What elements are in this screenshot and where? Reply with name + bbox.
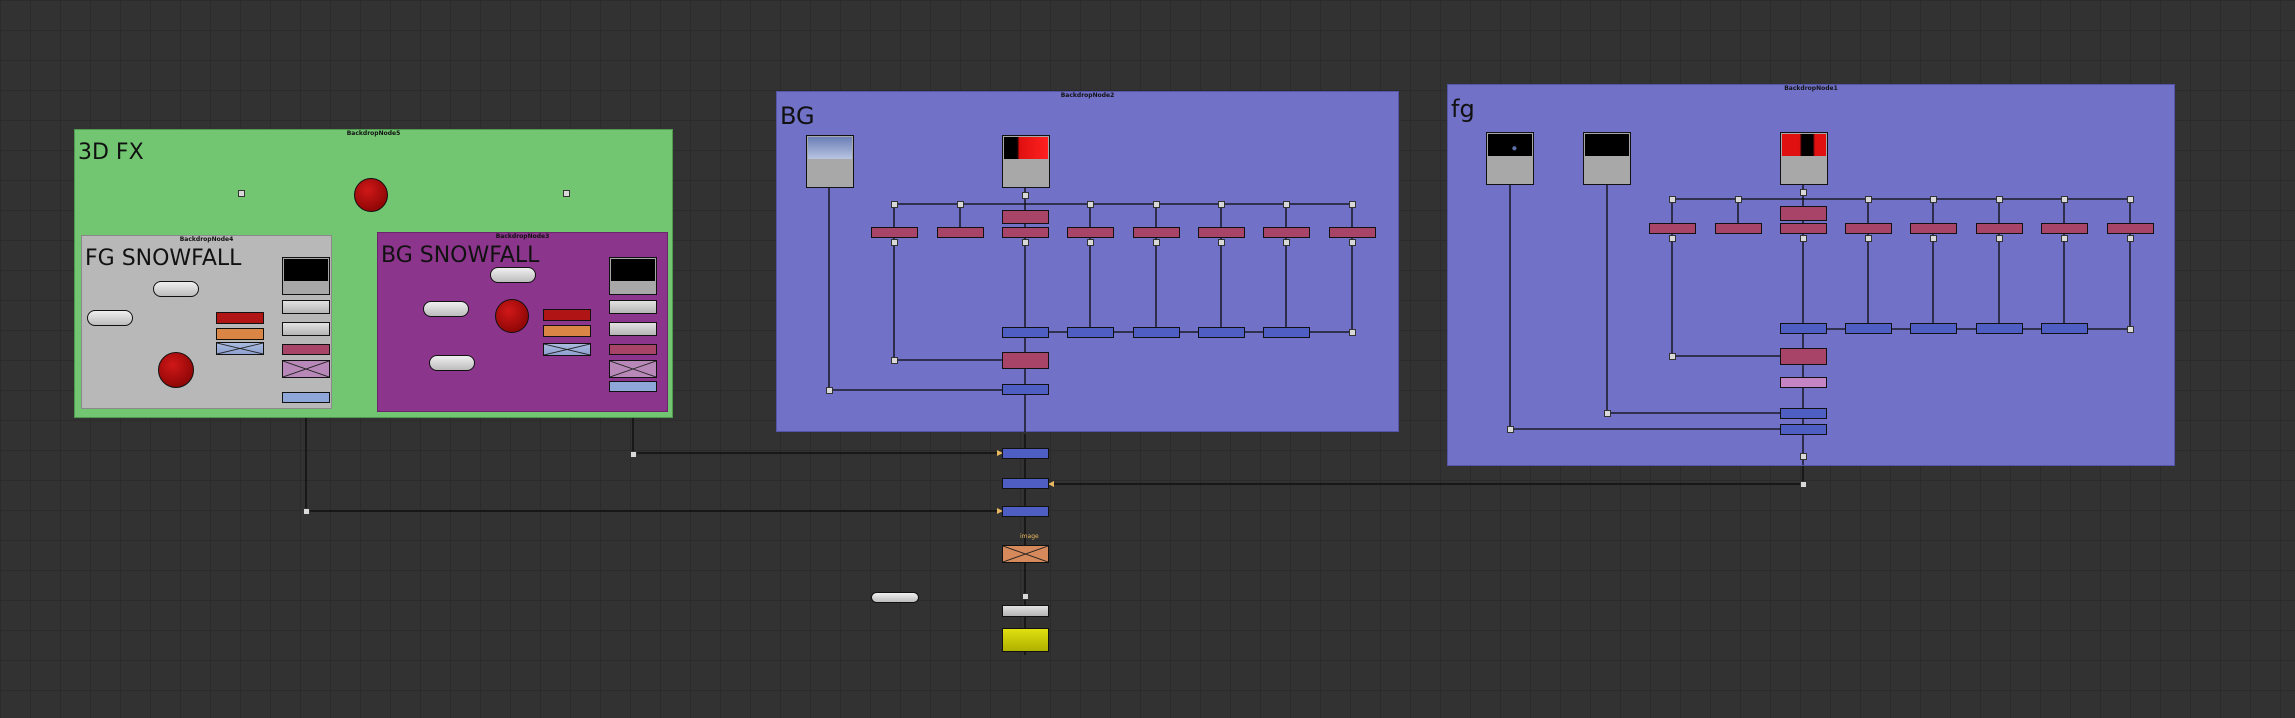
read-node-image-thumbnail-icon[interactable] (806, 135, 854, 188)
dot-node[interactable] (1283, 201, 1290, 208)
merge-node[interactable] (2041, 323, 2088, 334)
dot-node[interactable] (1218, 201, 1225, 208)
merge-node[interactable] (1133, 327, 1180, 338)
dot-node[interactable] (1349, 329, 1356, 336)
dot-node[interactable] (1669, 196, 1676, 203)
merge-node[interactable] (1067, 327, 1114, 338)
merge-node[interactable] (1198, 327, 1245, 338)
dot-node[interactable] (1800, 453, 1807, 460)
dot-node[interactable] (1930, 196, 1937, 203)
read-node-image-thumbnail-icon[interactable] (1002, 135, 1050, 188)
dot-node[interactable] (1669, 353, 1676, 360)
grade-node[interactable] (1845, 223, 1892, 234)
grade-node[interactable] (1002, 352, 1049, 369)
dot-node[interactable] (1800, 481, 1807, 488)
grade-node[interactable] (1780, 206, 1827, 221)
merge-node[interactable] (1845, 323, 1892, 334)
grade-node[interactable] (1910, 223, 1957, 234)
dot-node[interactable] (630, 451, 637, 458)
merge-node[interactable] (1263, 327, 1310, 338)
merge-node[interactable] (1002, 384, 1049, 395)
dot-node[interactable] (826, 387, 833, 394)
grade-node[interactable] (1329, 227, 1376, 238)
dot-node[interactable] (1283, 239, 1290, 246)
dot-node[interactable] (1800, 235, 1807, 242)
merge-node[interactable] (1002, 448, 1049, 459)
dot-node[interactable] (1735, 196, 1742, 203)
grade-node[interactable] (2107, 223, 2154, 234)
dot-node[interactable] (1349, 201, 1356, 208)
dot-node[interactable] (1218, 239, 1225, 246)
grade-node[interactable] (1133, 227, 1180, 238)
dot-node[interactable] (1930, 235, 1937, 242)
dot-node[interactable] (1022, 239, 1029, 246)
merge-node[interactable] (1002, 478, 1049, 489)
dot-node[interactable] (1507, 426, 1514, 433)
grade-node[interactable] (1002, 210, 1049, 224)
dot-node[interactable] (1087, 201, 1094, 208)
camera-node[interactable] (871, 592, 919, 603)
grade-node[interactable] (1780, 348, 1827, 365)
grade-node[interactable] (1198, 227, 1245, 238)
grade-node[interactable] (1715, 223, 1762, 234)
dot-node[interactable] (891, 201, 898, 208)
dot-node[interactable] (1153, 239, 1160, 246)
grade-node[interactable] (1780, 377, 1827, 388)
read-node-image-thumbnail-icon[interactable] (1780, 132, 1828, 185)
merge-node[interactable] (1976, 323, 2023, 334)
dot-node[interactable] (1996, 235, 2003, 242)
dot-node[interactable] (2127, 326, 2134, 333)
dot-node[interactable] (957, 201, 964, 208)
dot-node[interactable] (1349, 239, 1356, 246)
read-node-image-thumbnail-icon[interactable] (1486, 132, 1534, 185)
grade-node[interactable] (1002, 227, 1049, 238)
merge-node[interactable] (1002, 327, 1049, 338)
dot-node[interactable] (1669, 235, 1676, 242)
merge-node[interactable] (1910, 323, 1957, 334)
dot-node[interactable] (1996, 196, 2003, 203)
merge-node[interactable] (1780, 408, 1827, 419)
node-connections-overlay (828, 185, 2131, 465)
dot-node[interactable] (891, 357, 898, 364)
dot-node[interactable] (2127, 235, 2134, 242)
dot-node[interactable] (2061, 235, 2068, 242)
dot-node[interactable] (1800, 189, 1807, 196)
merge-node[interactable] (1780, 323, 1827, 334)
dot-node[interactable] (303, 508, 310, 515)
grade-node[interactable] (937, 227, 984, 238)
dot-node[interactable] (1087, 239, 1094, 246)
grade-node[interactable] (2041, 223, 2088, 234)
grade-node[interactable] (1976, 223, 2023, 234)
merge-node[interactable] (1780, 424, 1827, 435)
x-card-icon[interactable] (1002, 545, 1049, 563)
grade-node[interactable] (871, 227, 918, 238)
dot-node[interactable] (2061, 196, 2068, 203)
dot-node[interactable] (1153, 201, 1160, 208)
grade-node[interactable] (1780, 223, 1827, 234)
viewer-node[interactable] (1002, 628, 1049, 652)
read-node-image-thumbnail-icon[interactable] (1583, 132, 1631, 185)
grade-node[interactable] (1067, 227, 1114, 238)
dot-node[interactable] (1604, 410, 1611, 417)
dot-node[interactable] (891, 239, 898, 246)
input-pin-label: image (1020, 533, 1039, 540)
dot-node[interactable] (2127, 196, 2134, 203)
dot-node[interactable] (1022, 593, 1029, 600)
grade-node[interactable] (1649, 223, 1696, 234)
write-node[interactable] (1002, 605, 1049, 617)
merge-node[interactable] (1002, 506, 1049, 517)
dot-node[interactable] (1865, 196, 1872, 203)
dot-node[interactable] (1865, 235, 1872, 242)
grade-node[interactable] (1263, 227, 1310, 238)
dot-node[interactable] (1022, 192, 1029, 199)
